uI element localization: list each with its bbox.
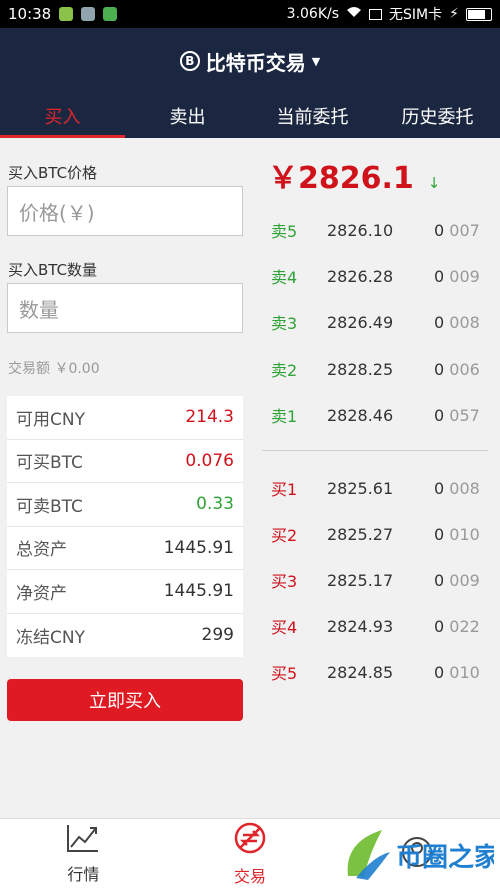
trade-icon	[233, 821, 267, 859]
tab-buy[interactable]: 买入	[0, 94, 125, 138]
notification-app-icon	[103, 7, 118, 21]
last-price: ￥2826.1 ↓	[268, 153, 440, 197]
bid-row[interactable]: 买2 2825.27 0 010	[250, 519, 500, 549]
buy-now-button[interactable]: 立即买入	[7, 679, 243, 721]
bid-quantity: 0 009	[434, 570, 480, 590]
stat-label: 可用CNY	[16, 409, 85, 430]
ask-quantity: 0 007	[434, 220, 480, 240]
nav-market-label: 行情	[67, 864, 100, 884]
sim-status: 无SIM卡	[389, 7, 443, 23]
ask-row[interactable]: 卖4 2826.28 0 009	[250, 261, 500, 291]
charging-icon: ⚡	[449, 6, 459, 22]
bid-quantity: 0 010	[434, 524, 480, 544]
stat-label: 可卖BTC	[16, 496, 83, 517]
ask-label: 卖4	[271, 268, 298, 287]
stat-row: 总资产 1445.91	[7, 527, 243, 570]
price-input[interactable]: 价格(￥)	[7, 186, 243, 236]
stat-label: 净资产	[16, 583, 67, 604]
stat-row: 可用CNY 214.3	[7, 396, 243, 440]
nav-trade[interactable]: 交易	[167, 819, 334, 888]
quantity-input[interactable]: 数量	[7, 283, 243, 333]
tab-bar: 买入 卖出 当前委托 历史委托	[0, 94, 500, 138]
bid-price: 2825.17	[327, 570, 394, 590]
ask-price: 2826.10	[327, 220, 394, 240]
status-time: 10:38	[8, 5, 52, 23]
watermark-text: 币圈之家	[396, 842, 494, 873]
ask-quantity: 0 057	[434, 405, 480, 425]
bid-label: 买3	[271, 572, 298, 591]
notification-app-icon	[81, 7, 96, 21]
chart-icon	[66, 823, 100, 857]
account-stats: 可用CNY 214.3 可买BTC 0.076 可卖BTC 0.33 总资产 1…	[7, 396, 243, 657]
app-header: B 比特币交易 ▼ 买入 卖出 当前委托 历史委托	[0, 28, 500, 138]
bid-row[interactable]: 买5 2824.85 0 010	[250, 657, 500, 687]
tab-order-history[interactable]: 历史委托	[375, 94, 500, 138]
trade-amount: 交易额 ￥0.00	[8, 361, 100, 377]
sim-icon	[369, 8, 383, 20]
ask-label: 卖3	[271, 314, 298, 333]
bottom-nav: 行情 交易 币圈之家	[0, 818, 500, 888]
order-book-divider	[262, 450, 488, 451]
bid-label: 买5	[271, 664, 298, 683]
stat-row: 可买BTC 0.076	[7, 440, 243, 483]
bitcoin-icon: B	[179, 51, 200, 71]
price-label: 买入BTC价格	[8, 164, 98, 182]
ask-row[interactable]: 卖1 2828.46 0 057	[250, 400, 500, 430]
ask-price: 2828.46	[327, 405, 394, 425]
ask-label: 卖5	[271, 222, 298, 241]
nav-trade-label: 交易	[234, 866, 267, 886]
ask-label: 卖1	[271, 407, 298, 426]
stat-value: 0.076	[185, 450, 234, 471]
bid-label: 买4	[271, 618, 298, 637]
ask-row[interactable]: 卖3 2826.49 0 008	[250, 307, 500, 337]
stat-value: 214.3	[185, 407, 234, 428]
bid-quantity: 0 022	[434, 616, 480, 636]
bid-label: 买2	[271, 526, 298, 545]
bid-quantity: 0 008	[434, 478, 480, 498]
stat-label: 总资产	[16, 540, 67, 561]
ask-quantity: 0 009	[434, 266, 480, 286]
bid-quantity: 0 010	[434, 662, 480, 682]
nav-market[interactable]: 行情	[0, 819, 167, 888]
arrow-down-icon: ↓	[427, 174, 441, 192]
ask-row[interactable]: 卖5 2826.10 0 007	[250, 215, 500, 245]
stat-value: 1445.91	[163, 581, 234, 602]
stat-row: 可卖BTC 0.33	[7, 483, 243, 527]
stat-label: 可买BTC	[16, 453, 83, 474]
bid-price: 2824.85	[327, 662, 394, 682]
page-title: 比特币交易	[205, 50, 306, 75]
ask-quantity: 0 008	[434, 312, 480, 332]
bid-price: 2825.61	[327, 478, 394, 498]
quantity-label: 买入BTC数量	[8, 261, 98, 279]
stat-row: 净资产 1445.91	[7, 570, 243, 614]
ask-quantity: 0 006	[434, 359, 480, 379]
tab-open-orders[interactable]: 当前委托	[250, 94, 375, 138]
ask-price: 2826.28	[327, 266, 394, 286]
bid-price: 2824.93	[327, 616, 394, 636]
bid-row[interactable]: 买4 2824.93 0 022	[250, 611, 500, 641]
bid-row[interactable]: 买1 2825.61 0 008	[250, 473, 500, 503]
title-selector[interactable]: B 比特币交易 ▼	[0, 28, 500, 94]
status-bar: 10:38 3.06K/s 无SIM卡 ⚡	[0, 0, 500, 28]
ask-label: 卖2	[271, 361, 298, 380]
stat-value: 1445.91	[163, 537, 234, 558]
notification-app-icon	[59, 7, 74, 21]
bid-row[interactable]: 买3 2825.17 0 009	[250, 565, 500, 595]
battery-icon	[466, 7, 492, 21]
ask-price: 2826.49	[327, 312, 394, 332]
tab-sell[interactable]: 卖出	[125, 94, 250, 138]
last-price-value: ￥2826.1	[268, 161, 414, 196]
network-speed: 3.06K/s	[286, 6, 340, 22]
ask-row[interactable]: 卖2 2828.25 0 006	[250, 354, 500, 384]
caret-down-icon: ▼	[311, 54, 321, 68]
wifi-icon	[346, 6, 362, 22]
stat-row: 冻结CNY 299	[7, 614, 243, 658]
bid-label: 买1	[271, 480, 298, 499]
watermark-logo: 币圈之家	[334, 822, 500, 884]
bid-price: 2825.27	[327, 524, 394, 544]
ask-price: 2828.25	[327, 359, 394, 379]
stat-value: 0.33	[196, 494, 234, 515]
stat-label: 冻结CNY	[16, 627, 85, 648]
stat-value: 299	[201, 625, 234, 646]
